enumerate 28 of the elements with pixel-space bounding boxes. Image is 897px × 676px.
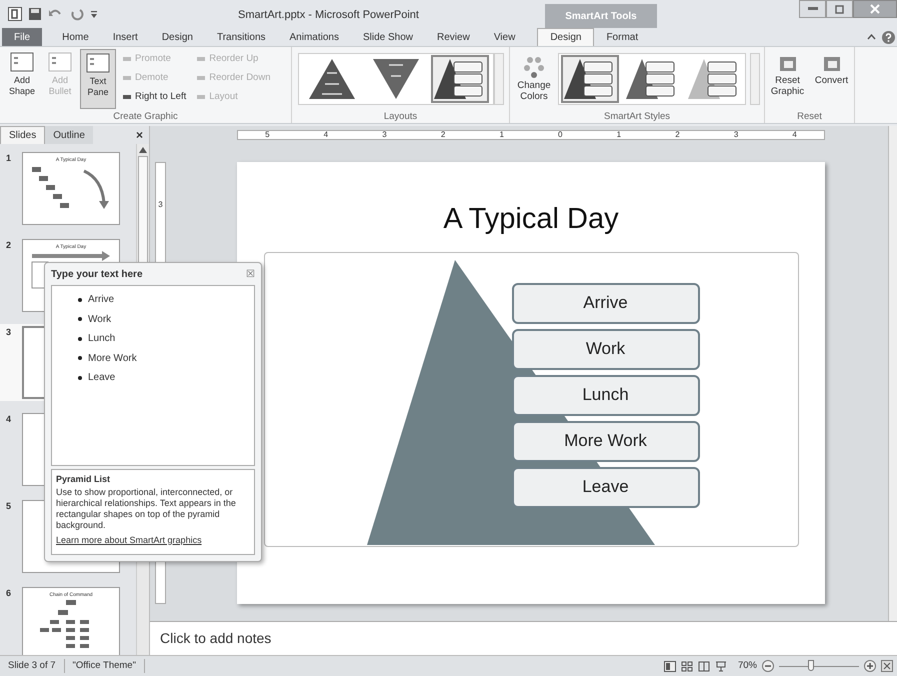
slide-number: 4: [6, 413, 12, 426]
slide-number: 2: [6, 239, 12, 252]
group-label: Layouts: [382, 110, 418, 123]
description-title: Pyramid List: [56, 473, 112, 486]
ruler-number: 4: [324, 131, 328, 139]
ruler-number: 1: [499, 131, 504, 139]
ruler-number: 3: [382, 131, 387, 139]
slide-number: 1: [6, 152, 12, 165]
description-text: Use to show proportional, interconnected, or hierarchical relationships. Text appears in the rectangular shapes on top of the pyramid background.: [56, 486, 237, 530]
ruler-number: 3: [734, 131, 738, 139]
contextual-tab-header: SmartArt Tools: [545, 4, 657, 28]
ruler-number: 2: [675, 131, 680, 139]
group-label: Reset: [796, 110, 823, 123]
window-title: SmartArt.pptx - Microsoft PowerPoint: [238, 8, 419, 23]
group-label: Create Graphic: [112, 110, 179, 123]
text-pane-title: Type your text here: [51, 268, 143, 282]
ruler-number: 0: [558, 131, 562, 139]
ruler-number: 5: [265, 131, 270, 139]
ruler-number: 3: [158, 199, 163, 211]
slide-number: 3: [6, 326, 12, 339]
slide-number: 5: [6, 500, 12, 513]
ruler-number: 1: [616, 131, 622, 139]
slide-indicator: Slide 3 of 7: [0, 658, 65, 674]
ruler-number: 4: [792, 131, 797, 139]
group-label: SmartArt Styles: [603, 110, 671, 123]
ruler-number: 2: [440, 131, 446, 139]
slide-number: 6: [6, 587, 12, 600]
theme-name: "Office Theme": [64, 658, 145, 674]
